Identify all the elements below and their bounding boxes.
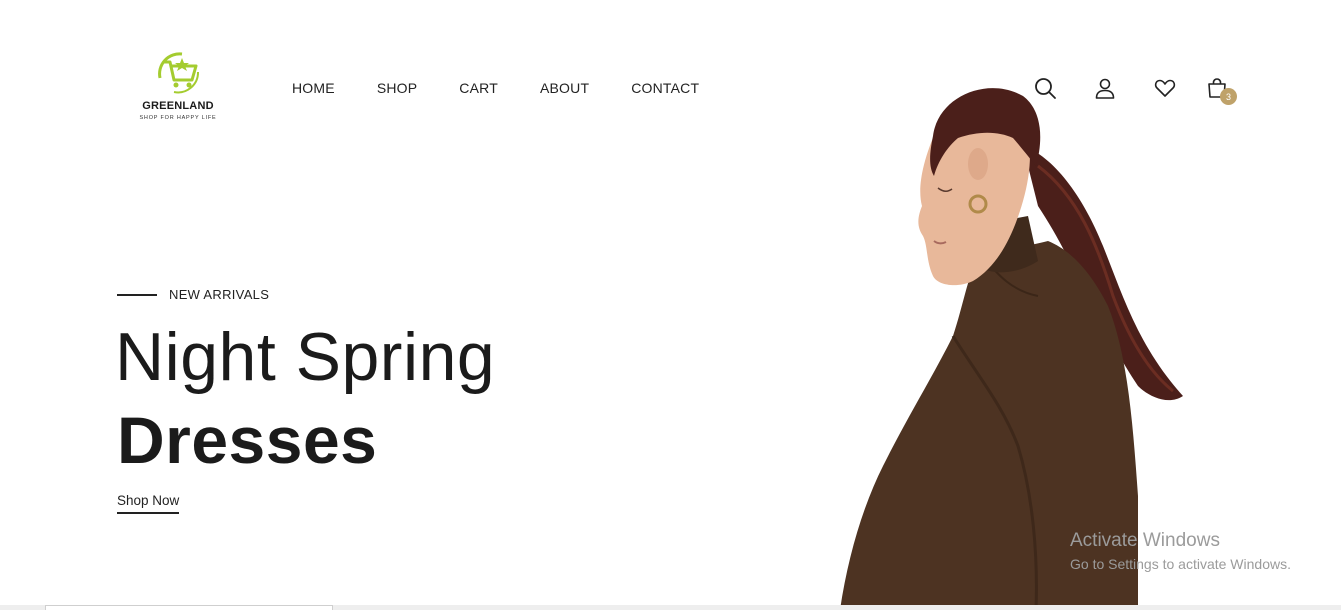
- subtitle-divider: [117, 293, 157, 296]
- cart-count-badge: 3: [1220, 88, 1237, 105]
- main-nav: HOME SHOP CART ABOUT CONTACT: [292, 80, 741, 96]
- bottom-input-edge: [45, 605, 333, 610]
- nav-shop[interactable]: SHOP: [377, 80, 417, 96]
- nav-home[interactable]: HOME: [292, 80, 335, 96]
- nav-contact[interactable]: CONTACT: [631, 80, 699, 96]
- nav-about[interactable]: ABOUT: [540, 80, 589, 96]
- activate-windows-title: Activate Windows: [1070, 530, 1220, 551]
- hero-title-light: Night Spring: [115, 319, 496, 395]
- activate-windows-subtitle: Go to Settings to activate Windows.: [1070, 556, 1291, 572]
- brand-tagline: SHOP FOR HAPPY LIFE: [139, 115, 217, 121]
- hero-subtitle-text: NEW ARRIVALS: [169, 287, 270, 302]
- shopping-cart-logo-icon: [158, 52, 200, 94]
- brand-name: GREENLAND: [142, 100, 214, 112]
- hero-subtitle: NEW ARRIVALS: [117, 287, 269, 302]
- shop-now-link[interactable]: Shop Now: [117, 493, 180, 514]
- nav-cart[interactable]: CART: [459, 80, 498, 96]
- hero-title-bold: Dresses: [117, 403, 378, 477]
